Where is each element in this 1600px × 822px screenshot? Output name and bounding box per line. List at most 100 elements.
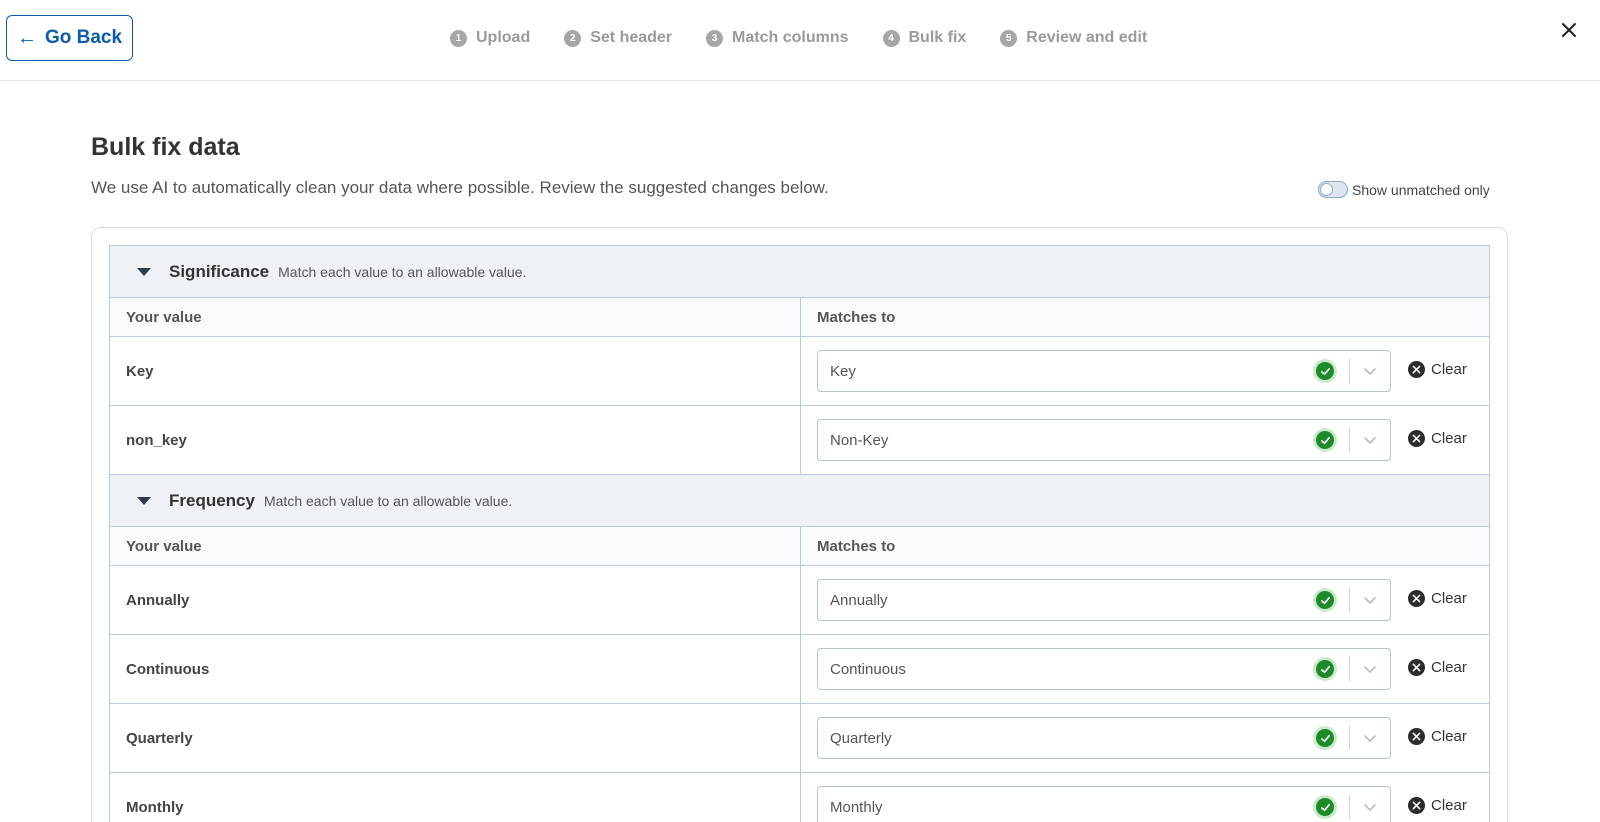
group-description: Match each value to an allowable value. <box>263 492 513 509</box>
clear-circle-icon <box>1408 728 1425 745</box>
match-select-value: Key <box>830 362 856 380</box>
table-row: Annually Annually Clear <box>110 566 1489 635</box>
step-label: Review and edit <box>1026 29 1148 46</box>
check-circle-icon <box>1313 588 1337 612</box>
match-select[interactable]: Key <box>817 350 1391 392</box>
clear-label: Clear <box>1431 590 1467 607</box>
chevron-down-icon[interactable] <box>1350 662 1390 676</box>
match-select-value: Quarterly <box>830 729 892 747</box>
table-row: Quarterly Quarterly Clear <box>110 704 1489 773</box>
clear-circle-icon <box>1408 430 1425 447</box>
clear-label: Clear <box>1431 659 1467 676</box>
column-header-matches-to: Matches to <box>817 537 896 555</box>
clear-circle-icon <box>1408 361 1425 378</box>
column-headers: Your value Matches to <box>110 527 1489 566</box>
match-select-value: Continuous <box>830 660 906 678</box>
clear-button[interactable]: Clear <box>1408 728 1467 745</box>
matches-to-cell: Key Clear <box>801 337 1489 405</box>
match-select[interactable]: Continuous <box>817 648 1391 690</box>
your-value-cell: Quarterly <box>110 704 801 772</box>
clear-button[interactable]: Clear <box>1408 659 1467 676</box>
group-description: Match each value to an allowable value. <box>278 263 527 280</box>
your-value-cell: non_key <box>110 406 801 474</box>
matches-to-cell: Non-Key Clear <box>801 406 1489 474</box>
arrow-left-icon: ← <box>16 27 37 49</box>
close-icon <box>1562 23 1576 37</box>
step-label: Match columns <box>732 29 849 46</box>
clear-button[interactable]: Clear <box>1408 590 1467 607</box>
toggle-label: Show unmatched only <box>1352 181 1490 198</box>
step-set-header[interactable]: 2 Set header <box>564 29 672 47</box>
go-back-button[interactable]: ← Go Back <box>6 15 133 61</box>
match-select[interactable]: Quarterly <box>817 717 1391 759</box>
column-headers: Your value Matches to <box>110 298 1489 337</box>
table-row: Key Key Clear <box>110 337 1489 406</box>
step-upload[interactable]: 1 Upload <box>450 29 530 47</box>
check-circle-icon <box>1313 795 1337 819</box>
caret-down-icon <box>137 496 151 505</box>
match-select[interactable]: Non-Key <box>817 419 1391 461</box>
clear-circle-icon <box>1408 659 1425 676</box>
close-button[interactable] <box>1556 17 1582 43</box>
group-name: Frequency <box>169 490 255 510</box>
check-circle-icon <box>1313 359 1337 383</box>
stepper: 1 Upload 2 Set header 3 Match columns 4 … <box>450 27 1181 49</box>
toggle-knob <box>1320 183 1333 196</box>
chevron-down-icon[interactable] <box>1350 731 1390 745</box>
check-circle-icon <box>1313 726 1337 750</box>
go-back-label: Go Back <box>44 27 123 48</box>
check-circle-icon <box>1313 428 1337 452</box>
page-title: Bulk fix data <box>91 133 240 161</box>
step-match-columns[interactable]: 3 Match columns <box>706 29 849 47</box>
chevron-down-icon[interactable] <box>1350 433 1390 447</box>
step-review-and-edit[interactable]: 5 Review and edit <box>1000 29 1147 47</box>
toggle-switch[interactable] <box>1318 181 1348 198</box>
chevron-down-icon[interactable] <box>1350 364 1390 378</box>
chevron-down-icon[interactable] <box>1350 800 1390 814</box>
chevron-down-icon[interactable] <box>1350 593 1390 607</box>
column-header-your-value: Your value <box>110 527 801 565</box>
your-value-cell: Monthly <box>110 773 801 822</box>
step-number: 2 <box>564 29 582 47</box>
table-row: Monthly Monthly Clear <box>110 773 1489 822</box>
matches-to-cell: Quarterly Clear <box>801 704 1489 772</box>
clear-button[interactable]: Clear <box>1408 361 1467 378</box>
your-value-cell: Annually <box>110 566 801 634</box>
match-select[interactable]: Annually <box>817 579 1391 621</box>
match-select-value: Monthly <box>830 798 883 816</box>
caret-down-icon <box>137 267 151 276</box>
match-select[interactable]: Monthly <box>817 786 1391 822</box>
top-bar: ← Go Back 1 Upload 2 Set header 3 Match … <box>0 0 1600 81</box>
match-select-value: Non-Key <box>830 431 889 449</box>
step-number: 4 <box>882 29 900 47</box>
table-row: Continuous Continuous Clear <box>110 635 1489 704</box>
matches-to-cell: Continuous Clear <box>801 635 1489 703</box>
clear-label: Clear <box>1431 430 1467 447</box>
check-circle-icon <box>1313 657 1337 681</box>
group-header-significance[interactable]: Significance Match each value to an allo… <box>110 246 1489 298</box>
table-row: non_key Non-Key Clear <box>110 406 1489 475</box>
your-value-cell: Continuous <box>110 635 801 703</box>
page-subtitle: We use AI to automatically clean your da… <box>91 178 829 197</box>
show-unmatched-toggle[interactable]: Show unmatched only <box>1318 181 1490 198</box>
matches-to-cell: Annually Clear <box>801 566 1489 634</box>
step-bulk-fix[interactable]: 4 Bulk fix <box>882 29 967 47</box>
bulk-fix-table: Significance Match each value to an allo… <box>109 245 1490 822</box>
group-header-frequency[interactable]: Frequency Match each value to an allowab… <box>110 475 1489 527</box>
clear-button[interactable]: Clear <box>1408 797 1467 814</box>
step-label: Set header <box>590 29 673 46</box>
clear-button[interactable]: Clear <box>1408 430 1467 447</box>
step-number: 3 <box>706 29 724 47</box>
match-select-value: Annually <box>830 591 888 609</box>
column-header-matches-to: Matches to <box>817 308 896 326</box>
clear-circle-icon <box>1408 590 1425 607</box>
your-value-cell: Key <box>110 337 801 405</box>
clear-label: Clear <box>1431 797 1467 814</box>
clear-label: Clear <box>1431 728 1467 745</box>
step-number: 5 <box>1000 29 1018 47</box>
group-name: Significance <box>169 261 270 281</box>
step-label: Upload <box>476 29 531 46</box>
step-number: 1 <box>450 29 467 47</box>
step-label: Bulk fix <box>908 29 967 46</box>
column-header-your-value: Your value <box>110 298 801 336</box>
